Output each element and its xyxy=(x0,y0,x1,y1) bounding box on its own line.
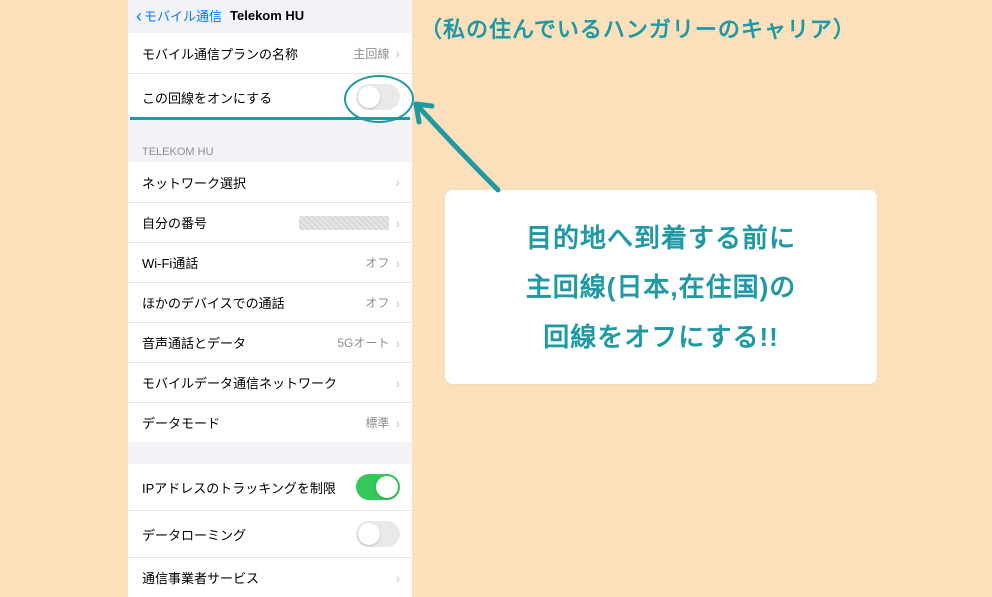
group-carrier: ネットワーク選択 › 自分の番号 › Wi-Fi通話 オフ › ほかのデバイスで… xyxy=(128,162,412,442)
chevron-right-icon: › xyxy=(395,255,400,271)
chevron-left-icon: ‹ xyxy=(136,7,142,25)
annotation-tip-box: 目的地へ到着する前に 主回線(日本,在住国)の 回線をオフにする!! xyxy=(445,190,877,384)
group-privacy: IPアドレスのトラッキングを制限 データローミング 通信事業者サービス › xyxy=(128,464,412,597)
voice-data-label: 音声通話とデータ xyxy=(142,333,337,352)
line-on-label: この回線をオンにする xyxy=(142,88,356,107)
chevron-right-icon: › xyxy=(395,375,400,391)
voice-data-value: 5Gオート xyxy=(337,334,389,351)
row-plan-name[interactable]: モバイル通信プランの名称 主回線 › xyxy=(128,33,412,73)
chevron-right-icon: › xyxy=(395,570,400,586)
row-wifi-calling[interactable]: Wi-Fi通話 オフ › xyxy=(128,242,412,282)
tip-line-2: 主回線(日本,在住国)の xyxy=(463,263,859,312)
annotation-arrow-icon xyxy=(398,90,518,210)
plan-name-label: モバイル通信プランの名称 xyxy=(142,44,353,63)
row-carrier-services[interactable]: 通信事業者サービス › xyxy=(128,557,412,597)
chevron-right-icon: › xyxy=(395,215,400,231)
row-ip-tracking: IPアドレスのトラッキングを制限 xyxy=(128,464,412,510)
carrier-services-label: 通信事業者サービス xyxy=(142,568,393,587)
other-device-value: オフ xyxy=(365,294,389,311)
row-network-select[interactable]: ネットワーク選択 › xyxy=(128,162,412,202)
back-button[interactable]: ‹ モバイル通信 xyxy=(136,6,222,25)
chevron-right-icon: › xyxy=(395,45,400,61)
wifi-call-label: Wi-Fi通話 xyxy=(142,253,365,272)
tip-line-3: 回線をオフにする!! xyxy=(463,313,859,362)
back-label: モバイル通信 xyxy=(144,6,222,25)
chevron-right-icon: › xyxy=(395,415,400,431)
tip-line-1: 目的地へ到着する前に xyxy=(463,214,859,263)
row-mobile-data-network[interactable]: モバイルデータ通信ネットワーク › xyxy=(128,362,412,402)
annotation-top-text: （私の住んでいるハンガリーのキャリア） xyxy=(420,12,856,44)
wifi-call-value: オフ xyxy=(365,254,389,271)
row-voice-data[interactable]: 音声通話とデータ 5Gオート › xyxy=(128,322,412,362)
section-header-carrier: TELEKOM HU xyxy=(128,142,412,162)
chevron-right-icon: › xyxy=(395,335,400,351)
data-mode-value: 標準 xyxy=(365,414,389,431)
data-roaming-toggle[interactable] xyxy=(356,521,400,547)
ip-tracking-label: IPアドレスのトラッキングを制限 xyxy=(142,478,356,497)
data-mode-label: データモード xyxy=(142,413,365,432)
my-number-label: 自分の番号 xyxy=(142,213,299,232)
navbar: ‹ モバイル通信 Telekom HU xyxy=(128,0,412,33)
row-data-roaming: データローミング xyxy=(128,510,412,557)
chevron-right-icon: › xyxy=(395,295,400,311)
network-select-label: ネットワーク選択 xyxy=(142,173,393,192)
my-number-value-redacted xyxy=(299,216,389,230)
data-network-label: モバイルデータ通信ネットワーク xyxy=(142,373,393,392)
row-my-number[interactable]: 自分の番号 › xyxy=(128,202,412,242)
ip-tracking-toggle[interactable] xyxy=(356,474,400,500)
plan-name-value: 主回線 xyxy=(353,45,389,62)
page-title: Telekom HU xyxy=(230,8,304,23)
row-data-mode[interactable]: データモード 標準 › xyxy=(128,402,412,442)
row-other-device-calls[interactable]: ほかのデバイスでの通話 オフ › xyxy=(128,282,412,322)
other-device-label: ほかのデバイスでの通話 xyxy=(142,293,365,312)
data-roaming-label: データローミング xyxy=(142,525,356,544)
